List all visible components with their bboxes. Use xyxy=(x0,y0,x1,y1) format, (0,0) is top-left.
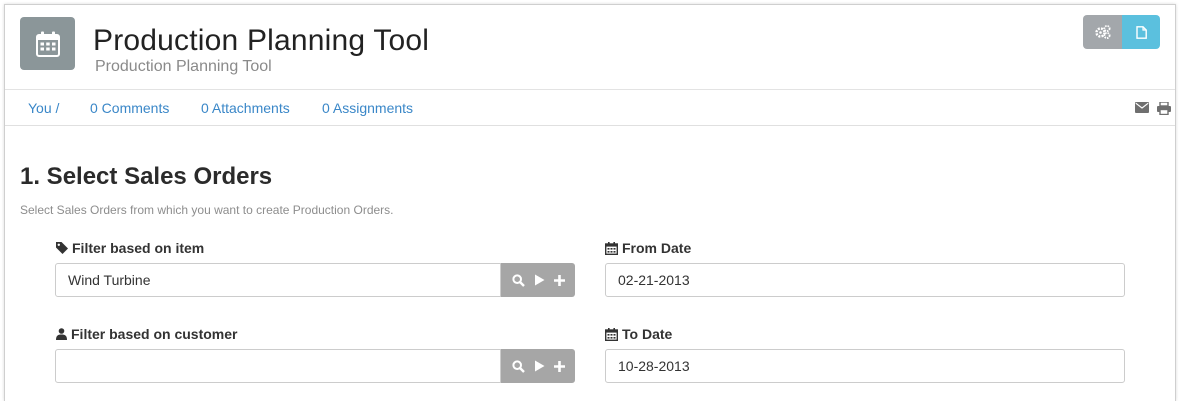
gears-icon xyxy=(1094,25,1110,39)
assignments-link[interactable]: 0 Assignments xyxy=(322,100,413,116)
header-button-group xyxy=(1083,15,1160,49)
item-filter-label-text: Filter based on item xyxy=(72,240,205,256)
envelope-icon[interactable] xyxy=(1135,102,1149,113)
calendar-icon xyxy=(605,327,618,341)
page-subtitle: Production Planning Tool xyxy=(95,58,272,75)
document-button[interactable] xyxy=(1122,15,1160,49)
calendar-icon xyxy=(605,241,618,255)
comments-link[interactable]: 0 Comments xyxy=(90,100,169,116)
item-filter-group xyxy=(55,263,575,297)
customer-filter-input[interactable] xyxy=(55,349,501,383)
page-title: Production Planning Tool xyxy=(93,24,430,57)
customer-filter-label: Filter based on customer xyxy=(56,326,237,342)
to-date-label-text: To Date xyxy=(622,326,673,342)
item-filter-label: Filter based on item xyxy=(56,240,204,256)
from-date-label-text: From Date xyxy=(622,240,692,256)
search-icon[interactable] xyxy=(511,273,525,287)
calendar-icon xyxy=(20,17,75,70)
to-date-input[interactable] xyxy=(605,349,1125,383)
customer-filter-group xyxy=(55,349,575,383)
section-description: Select Sales Orders from which you want … xyxy=(20,203,394,217)
customer-filter-label-text: Filter based on customer xyxy=(71,326,238,342)
attachments-link[interactable]: 0 Attachments xyxy=(201,100,290,116)
from-date-label: From Date xyxy=(605,240,691,256)
page-header: Production Planning Tool Production Plan… xyxy=(5,5,1175,90)
search-icon[interactable] xyxy=(511,359,525,373)
settings-button[interactable] xyxy=(1083,15,1122,49)
customer-filter-actions xyxy=(501,349,575,383)
play-icon[interactable] xyxy=(534,274,545,286)
nav-tools xyxy=(1135,102,1171,115)
tag-icon xyxy=(56,242,68,254)
section-title: 1. Select Sales Orders xyxy=(20,163,273,190)
plus-icon[interactable] xyxy=(553,360,565,372)
record-navbar: You / 0 Comments 0 Attachments 0 Assignm… xyxy=(5,90,1175,126)
plus-icon[interactable] xyxy=(553,274,565,286)
item-filter-actions xyxy=(501,263,575,297)
document-icon xyxy=(1135,25,1147,39)
from-date-input[interactable] xyxy=(605,263,1125,297)
user-icon xyxy=(56,328,67,340)
to-date-label: To Date xyxy=(605,326,672,342)
form-page: Production Planning Tool Production Plan… xyxy=(4,4,1176,401)
item-filter-input[interactable] xyxy=(55,263,501,297)
owner-link[interactable]: You / xyxy=(28,100,59,116)
print-icon[interactable] xyxy=(1157,102,1171,115)
play-icon[interactable] xyxy=(534,360,545,372)
